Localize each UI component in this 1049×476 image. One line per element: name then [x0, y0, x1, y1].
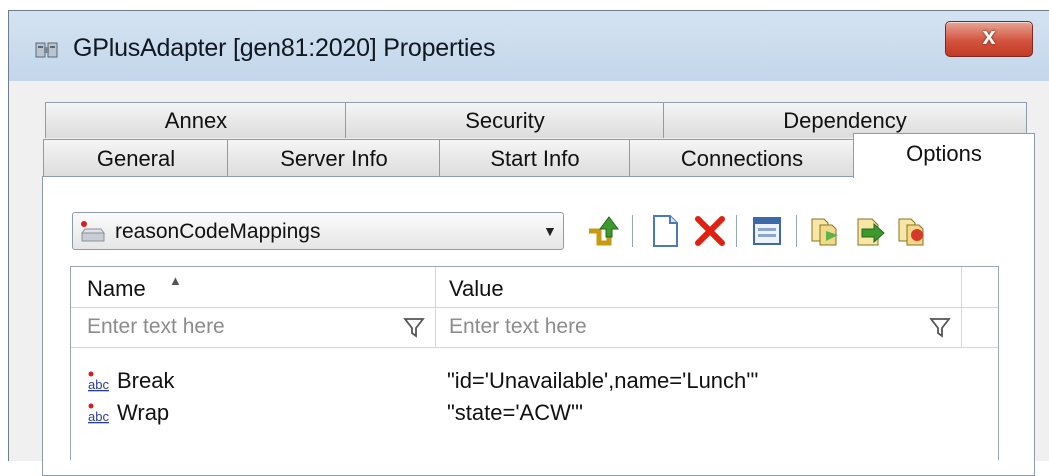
filter-icon[interactable] — [403, 315, 425, 339]
svg-text:abc: abc — [88, 377, 109, 392]
close-icon: x — [982, 23, 996, 50]
tab-security[interactable]: Security — [345, 102, 665, 138]
close-button[interactable]: x — [945, 21, 1033, 57]
filter-row: Enter text here Enter text here — [71, 307, 998, 348]
grid-header: Name ▲ Value — [71, 267, 998, 308]
tab-options[interactable]: Options — [853, 133, 1035, 178]
up-level-icon[interactable] — [585, 213, 619, 249]
filter-icon[interactable] — [929, 315, 951, 339]
row-name: Break — [117, 368, 175, 393]
column-header-name[interactable]: Name — [87, 276, 146, 302]
window-title: GPlusAdapter [gen81:2020] Properties — [73, 34, 496, 62]
row-name: Wrap — [117, 400, 170, 425]
name-filter-input[interactable]: Enter text here — [87, 315, 225, 339]
tab-annex[interactable]: Annex — [45, 102, 347, 138]
row-value: "state='ACW'" — [447, 400, 583, 425]
delete-icon[interactable] — [693, 213, 727, 249]
copy-icon[interactable] — [808, 213, 842, 249]
import-icon[interactable] — [852, 213, 886, 249]
sort-ascending-icon: ▲ — [169, 273, 182, 288]
adapter-app-icon — [35, 42, 58, 58]
section-icon — [81, 221, 105, 242]
title-bar[interactable]: GPlusAdapter [gen81:2020] Properties x — [9, 11, 1049, 81]
export-icon[interactable] — [895, 213, 929, 249]
value-filter-input[interactable]: Enter text here — [449, 315, 587, 339]
string-type-icon: abc — [88, 371, 109, 392]
tab-connections[interactable]: Connections — [629, 139, 855, 177]
table-row[interactable]: abc Wrap "state='ACW'" — [71, 397, 998, 429]
section-select-value: reasonCodeMappings — [115, 220, 321, 243]
toolbar-separator — [736, 215, 737, 247]
edit-icon[interactable] — [750, 213, 784, 249]
tab-start-info[interactable]: Start Info — [439, 139, 631, 177]
row-value: "id='Unavailable',name='Lunch'" — [447, 368, 759, 393]
string-type-icon: abc — [88, 403, 109, 424]
chevron-down-icon[interactable]: ▼ — [543, 223, 557, 239]
tab-general[interactable]: General — [43, 139, 229, 177]
section-select[interactable]: reasonCodeMappings ▼ — [72, 212, 564, 250]
new-document-icon[interactable] — [648, 213, 682, 249]
options-grid: Name ▲ Value Enter text here Enter text … — [70, 266, 999, 460]
svg-text:abc: abc — [88, 409, 109, 424]
column-header-value[interactable]: Value — [449, 276, 504, 302]
toolbar-separator — [632, 215, 633, 247]
toolbar-separator — [796, 215, 797, 247]
table-row[interactable]: abc Break "id='Unavailable',name='Lunch'… — [71, 365, 998, 397]
tab-server-info[interactable]: Server Info — [227, 139, 441, 177]
